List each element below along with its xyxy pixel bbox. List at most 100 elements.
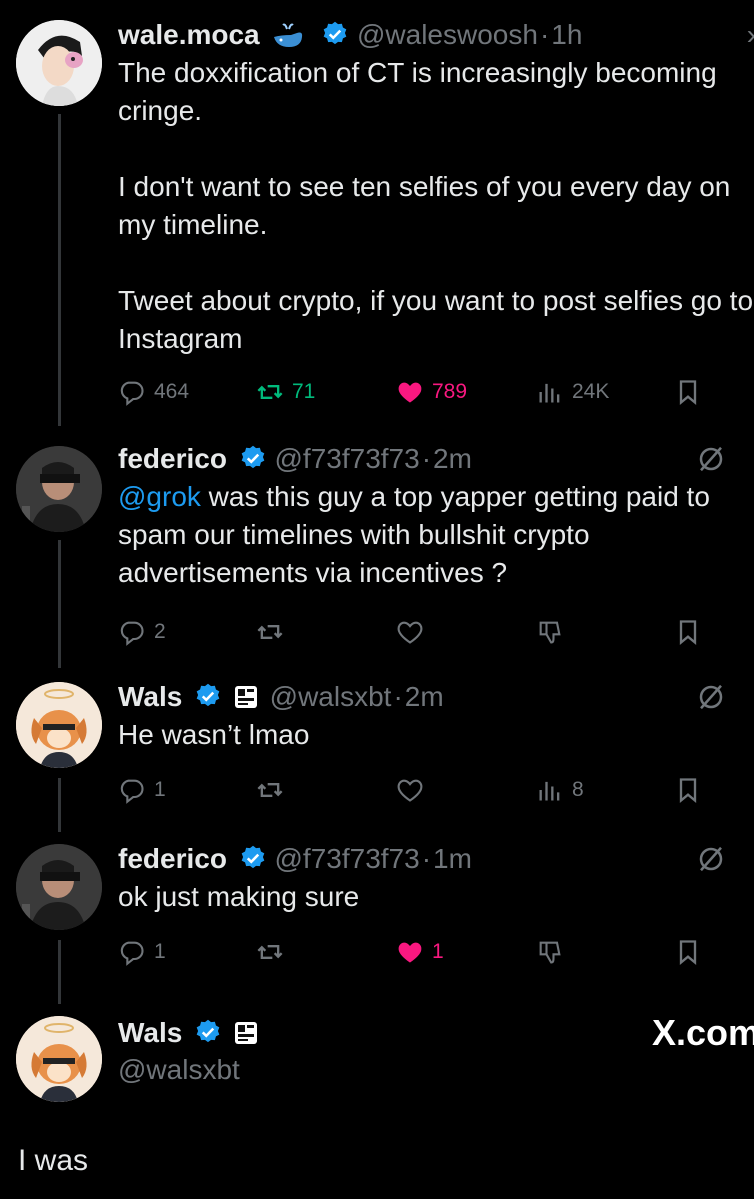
handle[interactable]: @walsxbt — [270, 681, 392, 712]
whale-icon — [274, 23, 303, 47]
action-bar: 2 — [118, 612, 754, 652]
dislike-button[interactable] — [536, 612, 564, 652]
tweet-header: wale.moca @waleswoosh·1h › — [118, 16, 754, 54]
retweet-button[interactable] — [256, 612, 284, 652]
like-icon — [397, 621, 423, 644]
tweet-text: The doxxification of CT is increasingly … — [118, 57, 754, 354]
grok-icon[interactable] — [696, 844, 726, 874]
mention-link[interactable]: @grok — [118, 481, 201, 512]
retweet-icon — [257, 625, 283, 639]
avatar[interactable] — [16, 682, 102, 768]
verified-icon — [196, 1019, 220, 1043]
reply-count: 464 — [154, 380, 190, 403]
handle[interactable]: @f73f73f73 — [275, 843, 420, 874]
reply-button[interactable]: 464 — [118, 372, 189, 412]
tweet-text: He wasn’t lmao — [118, 719, 310, 750]
reply-count: 2 — [154, 620, 166, 643]
like-button[interactable] — [396, 770, 424, 810]
action-bar: 1 8 — [118, 770, 754, 810]
reply-button[interactable]: 1 — [118, 770, 166, 810]
verified-icon — [241, 445, 265, 469]
thread-line — [58, 940, 61, 1004]
bookmark-button[interactable] — [674, 932, 702, 972]
handle[interactable]: @waleswoosh — [357, 19, 538, 50]
like-icon — [398, 382, 422, 403]
reply-icon — [120, 941, 144, 966]
like-button[interactable] — [396, 612, 424, 652]
retweet-button[interactable]: 71 — [256, 372, 315, 412]
like-count: 1 — [432, 940, 444, 963]
retweet-icon — [257, 385, 283, 399]
avatar[interactable] — [16, 844, 102, 930]
like-icon — [398, 942, 422, 963]
avatar[interactable] — [16, 446, 102, 532]
views-count: 24K — [572, 380, 610, 403]
action-bar: 1 1 — [118, 932, 754, 972]
tweet-header: federico @f73f73f73·1m — [118, 840, 754, 878]
affiliate-badge-icon — [234, 1022, 257, 1044]
bookmark-button[interactable] — [674, 612, 702, 652]
display-name[interactable]: Wals — [118, 1017, 182, 1048]
grok-icon[interactable] — [696, 444, 726, 474]
reply-count: 1 — [154, 940, 166, 963]
verified-icon — [196, 683, 220, 707]
views-count: 8 — [572, 778, 584, 801]
like-icon — [397, 779, 423, 802]
bookmark-button[interactable] — [674, 770, 702, 810]
timestamp[interactable]: 2m — [405, 681, 444, 712]
timestamp[interactable]: 2m — [433, 443, 472, 474]
views-button[interactable]: 24K — [536, 372, 609, 412]
display-name[interactable]: Wals — [118, 681, 182, 712]
retweet-button[interactable] — [256, 932, 284, 972]
like-count: 789 — [432, 380, 468, 403]
handle[interactable]: @walsxbt — [118, 1052, 754, 1088]
affiliate-badge-icon — [234, 686, 257, 708]
display-name[interactable]: federico — [118, 843, 227, 874]
action-bar: 464 71 789 24K — [118, 372, 754, 412]
reply-button[interactable]: 2 — [118, 612, 166, 652]
bookmark-icon — [679, 940, 697, 965]
retweet-button[interactable] — [256, 770, 284, 810]
like-button[interactable]: 1 — [396, 932, 444, 972]
display-name[interactable]: federico — [118, 443, 227, 474]
reply-icon — [120, 381, 144, 406]
bookmark-icon — [679, 620, 697, 645]
retweet-icon — [257, 783, 283, 797]
handle[interactable]: @f73f73f73 — [275, 443, 420, 474]
avatar[interactable] — [16, 1016, 102, 1102]
tweet-text-body: was this guy a top yapper getting paid t… — [118, 481, 718, 588]
thread-line — [58, 540, 61, 668]
views-icon — [539, 383, 560, 403]
retweet-count: 71 — [292, 380, 316, 403]
display-name[interactable]: wale.moca — [118, 19, 260, 50]
tweet-header: federico @f73f73f73·2m — [118, 440, 754, 478]
thread-line — [58, 114, 61, 426]
verified-icon — [241, 845, 265, 869]
bookmark-icon — [679, 778, 697, 803]
retweet-icon — [257, 945, 283, 959]
bookmark-icon — [679, 380, 697, 405]
dislike-icon — [539, 941, 561, 964]
reply-button[interactable]: 1 — [118, 932, 166, 972]
reply-count: 1 — [154, 778, 166, 801]
avatar[interactable] — [16, 20, 102, 106]
views-icon — [539, 781, 560, 801]
more-icon[interactable]: › — [747, 16, 754, 54]
verified-icon — [323, 21, 347, 45]
timestamp[interactable]: 1h — [551, 19, 582, 50]
views-button[interactable]: 8 — [536, 770, 584, 810]
grok-icon[interactable] — [696, 682, 726, 712]
tweet-header: Wals @walsxbt·2m — [118, 678, 754, 716]
tweet-text: @grok was this guy a top yapper getting … — [118, 478, 738, 592]
thread-line — [58, 778, 61, 832]
tweet-text: ok just making sure — [118, 881, 360, 912]
caption-text: I was — [18, 1144, 89, 1177]
timestamp[interactable]: 1m — [433, 843, 472, 874]
dislike-button[interactable] — [536, 932, 564, 972]
reply-icon — [120, 779, 144, 804]
x-brand-logo: X.com — [651, 1012, 754, 1053]
dislike-icon — [539, 621, 561, 644]
like-button[interactable]: 789 — [396, 372, 467, 412]
bookmark-button[interactable] — [674, 372, 702, 412]
tweet-header: Wals X.com — [118, 1014, 754, 1052]
